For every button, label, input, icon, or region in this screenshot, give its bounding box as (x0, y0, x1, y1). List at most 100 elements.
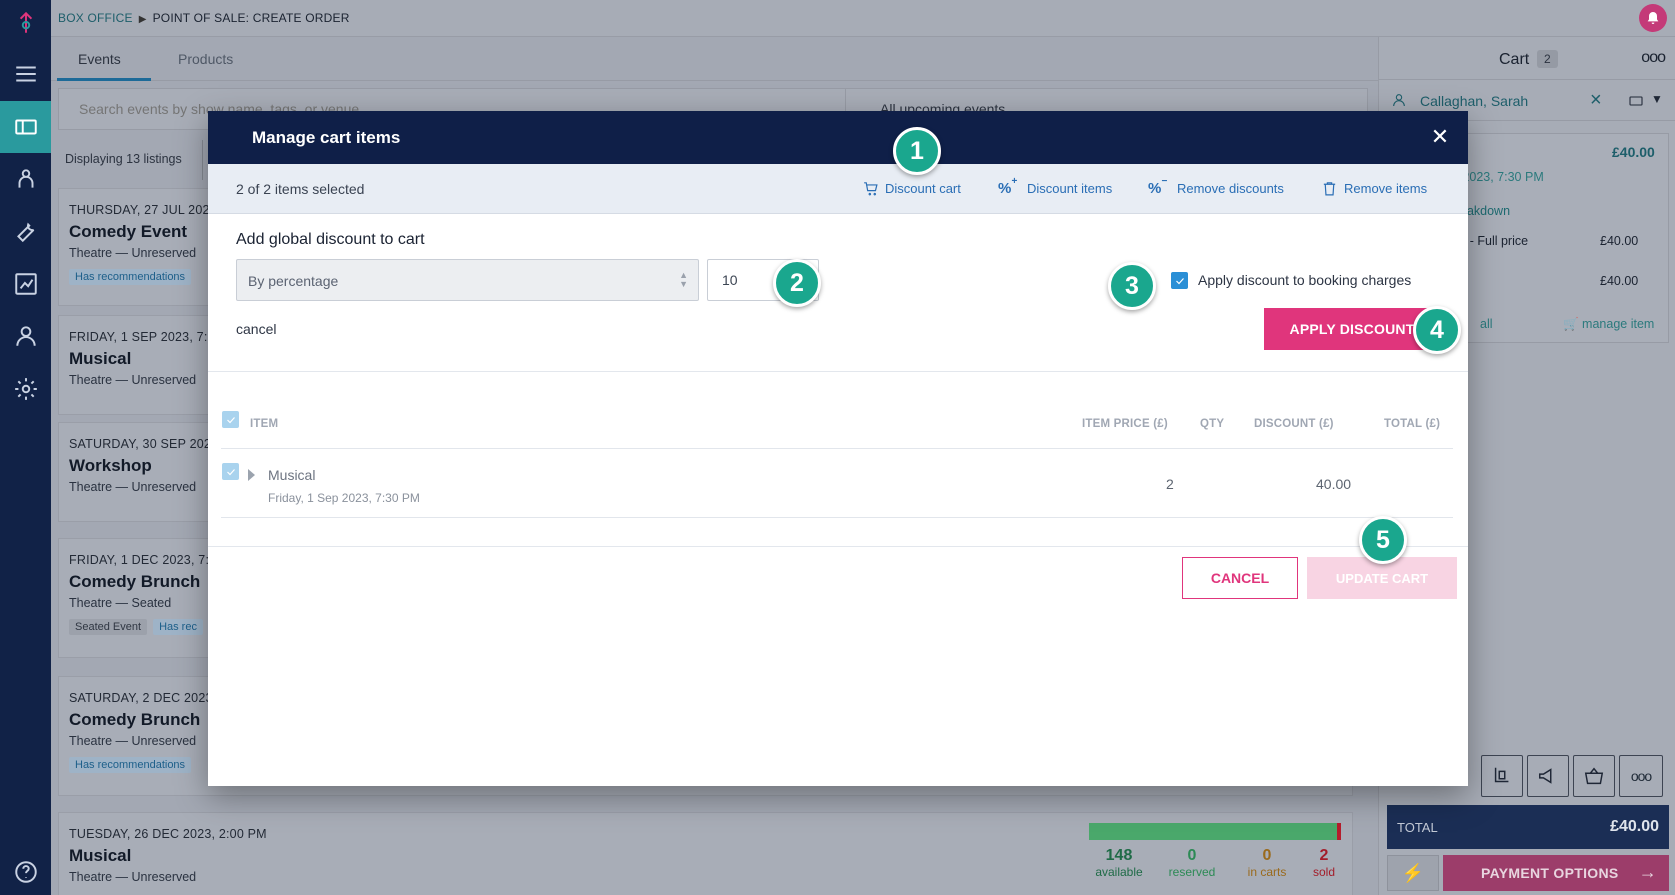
more-tools-button[interactable]: ooo (1619, 755, 1663, 797)
nav-box-office[interactable] (0, 101, 51, 153)
availability-bar (1089, 823, 1341, 840)
discount-cart-button[interactable]: Discount cart (862, 180, 961, 197)
availability-panel: 148 available 0 reserved 0 in carts 2 sold (1089, 819, 1344, 895)
event-name: Comedy Brunch (69, 710, 201, 729)
cart-button[interactable] (1573, 755, 1615, 797)
announce-button[interactable] (1527, 755, 1569, 797)
total-value: £40.00 (1610, 818, 1659, 835)
event-venue: Theatre — Unreserved (69, 480, 197, 494)
item-total: 40.00 (1316, 476, 1352, 492)
quick-pay-button[interactable]: ⚡ (1387, 855, 1439, 891)
dolly-icon (1494, 767, 1509, 783)
chart-icon (14, 273, 37, 295)
total-label: TOTAL (1397, 820, 1438, 835)
user-icon (1393, 94, 1405, 107)
nav-settings[interactable] (0, 363, 51, 415)
hamburger-icon (15, 66, 36, 82)
event-venue: Theatre — Unreserved (69, 373, 197, 387)
payment-options-button[interactable]: PAYMENT OPTIONS → (1443, 855, 1669, 891)
active-tab-indicator (57, 78, 151, 81)
ticket-icon[interactable] (1627, 93, 1645, 109)
tab-products[interactable]: Products (178, 51, 233, 67)
callout-marker-1: 1 (893, 127, 941, 175)
megaphone-icon (1539, 768, 1552, 784)
callout-marker-2: 2 (773, 259, 821, 307)
item-date: Friday, 1 Sep 2023, 7:30 PM (268, 491, 420, 505)
column-header-qty: QTY (1200, 418, 1225, 430)
section-divider (208, 371, 1468, 372)
event-card[interactable]: TUESDAY, 26 DEC 2023, 2:00 PM Musical Th… (58, 812, 1353, 895)
menu-button[interactable] (0, 48, 51, 100)
event-name: Comedy Brunch (69, 572, 201, 591)
event-date: SATURDAY, 2 DEC 2023, (69, 691, 217, 705)
nav-attendees[interactable] (0, 153, 51, 205)
cart-title: Cart (1499, 51, 1530, 68)
recommendations-badge: Has recommendations (69, 757, 192, 773)
vouchers-button[interactable] (1481, 755, 1523, 797)
cart-count-badge: 2 (1537, 50, 1558, 68)
item-qty: 2 (1166, 476, 1174, 492)
column-header-total: TOTAL (£) (1384, 418, 1441, 430)
select-all-checkbox[interactable] (222, 411, 239, 428)
breadcrumb-section[interactable]: BOX OFFICE (58, 11, 133, 25)
modal-action-bar: 2 of 2 items selected Discount cart % + D… (208, 164, 1468, 214)
apply-booking-charges-label[interactable]: Apply discount to booking charges (1198, 272, 1411, 288)
checkmark-icon (1175, 277, 1184, 284)
event-venue: Theatre — Unreserved (69, 870, 197, 884)
clear-customer-icon[interactable]: × (1590, 89, 1602, 112)
manage-item-link[interactable]: 🛒 manage item (1563, 317, 1654, 332)
remove-items-button[interactable]: Remove items (1321, 180, 1427, 197)
cart-more-icon[interactable]: ooo (1641, 49, 1666, 67)
payment-row: ⚡ PAYMENT OPTIONS → (1387, 855, 1669, 895)
gear-icon (14, 378, 37, 400)
manage-cart-modal: Manage cart items ✕ 2 of 2 items selecte… (208, 111, 1468, 786)
cancel-button[interactable]: CANCEL (1182, 557, 1298, 599)
cancel-discount-link[interactable]: cancel (236, 321, 276, 337)
wrench-icon (16, 222, 34, 243)
nav-tools[interactable] (0, 205, 51, 257)
tab-bar: Events Products (51, 37, 1378, 81)
header-divider (221, 448, 1453, 449)
people-icon (18, 169, 33, 188)
column-header-item: ITEM (250, 418, 279, 430)
help-button[interactable] (0, 846, 51, 895)
cart-total-bar: TOTAL £40.00 (1387, 805, 1669, 849)
item-name: Musical (268, 467, 316, 483)
discount-items-button[interactable]: % + Discount items (998, 176, 1112, 197)
callout-marker-5: 5 (1359, 516, 1407, 564)
percent-minus-icon: % − (1148, 176, 1168, 197)
event-date: THURSDAY, 27 JUL 2023 (69, 203, 217, 217)
basket-icon (1584, 767, 1604, 785)
breadcrumb-separator-icon: ▶ (138, 14, 147, 25)
apply-booking-charges-checkbox[interactable] (1171, 272, 1188, 289)
close-icon[interactable]: ✕ (1426, 123, 1454, 151)
ellipsis-icon: ooo (1630, 768, 1652, 784)
nav-customers[interactable] (0, 310, 51, 362)
expand-row-icon[interactable] (248, 469, 255, 481)
recommendations-badge: Has recommendations (69, 269, 192, 285)
lightning-icon: ⚡ (1401, 862, 1425, 883)
event-venue: Theatre — Seated (69, 596, 172, 610)
remove-discounts-button[interactable]: % − Remove discounts (1148, 176, 1284, 197)
ticket-icon (14, 119, 37, 135)
notifications-button[interactable] (1639, 4, 1667, 32)
top-bar: BOX OFFICE ▶ POINT OF SALE: CREATE ORDER (51, 0, 1675, 37)
in-carts-stat: 0 in carts (1247, 847, 1287, 879)
checkmark-icon (226, 416, 235, 423)
tab-events[interactable]: Events (78, 51, 121, 67)
row-divider (221, 517, 1453, 518)
event-name: Comedy Event (69, 222, 188, 241)
percent-plus-icon: % + (998, 176, 1018, 197)
app-logo[interactable] (0, 0, 51, 46)
event-venue: Theatre — Unreserved (69, 246, 197, 260)
nav-reports[interactable] (0, 258, 51, 310)
cart-discount-icon (864, 182, 878, 196)
select-arrows-icon: ▲ ▼ (679, 270, 688, 289)
modal-header: Manage cart items ✕ (208, 111, 1468, 164)
chevron-down-icon[interactable]: ▼ (1651, 92, 1663, 106)
row-checkbox[interactable] (222, 463, 239, 480)
select-all-link[interactable]: all (1480, 317, 1493, 331)
checkmark-icon (226, 468, 235, 475)
trash-icon (1323, 182, 1336, 196)
discount-type-select[interactable]: By percentage ▲ ▼ (236, 259, 699, 301)
